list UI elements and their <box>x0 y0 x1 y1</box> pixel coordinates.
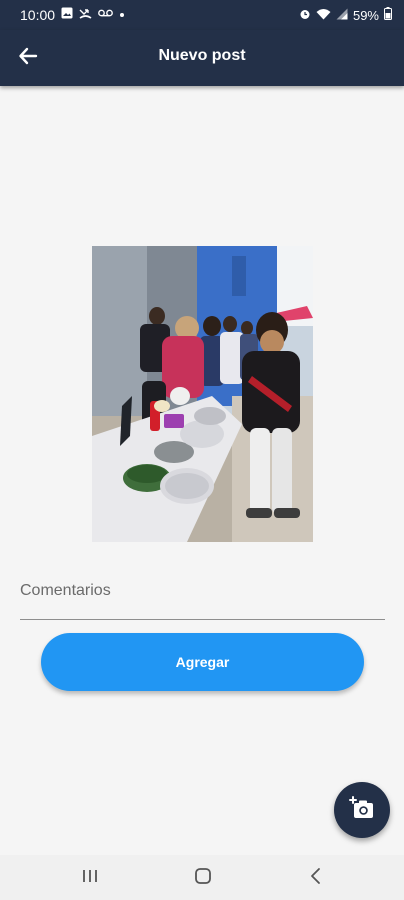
app-bar: Nuevo post <box>0 30 404 86</box>
missed-call-icon <box>79 7 92 23</box>
alarm-icon <box>299 8 311 24</box>
status-time: 10:00 <box>20 7 56 23</box>
comment-field[interactable] <box>20 570 385 620</box>
back-icon <box>309 867 323 890</box>
add-photo-button[interactable] <box>334 782 390 838</box>
recent-apps-icon <box>81 868 99 889</box>
dot-icon <box>119 8 125 22</box>
back-nav-button[interactable] <box>301 865 331 891</box>
add-button[interactable]: Agregar <box>41 633 364 691</box>
home-icon <box>194 867 212 890</box>
voicemail-icon <box>98 8 113 22</box>
page-title: Nuevo post <box>158 47 246 64</box>
status-left: 10:00 <box>20 7 125 23</box>
post-photo[interactable] <box>92 246 313 542</box>
add-photo-icon <box>349 795 375 825</box>
wifi-icon <box>316 8 331 24</box>
status-right: 59% <box>299 7 392 24</box>
comment-input[interactable] <box>20 576 385 606</box>
recent-apps-button[interactable] <box>75 865 105 891</box>
status-bar: 10:00 59% <box>0 0 404 30</box>
signal-icon <box>336 8 348 24</box>
home-button[interactable] <box>188 865 218 891</box>
gallery-icon <box>61 7 73 23</box>
battery-icon <box>384 7 392 24</box>
battery-percent: 59% <box>352 8 379 23</box>
system-nav-bar <box>0 855 404 900</box>
